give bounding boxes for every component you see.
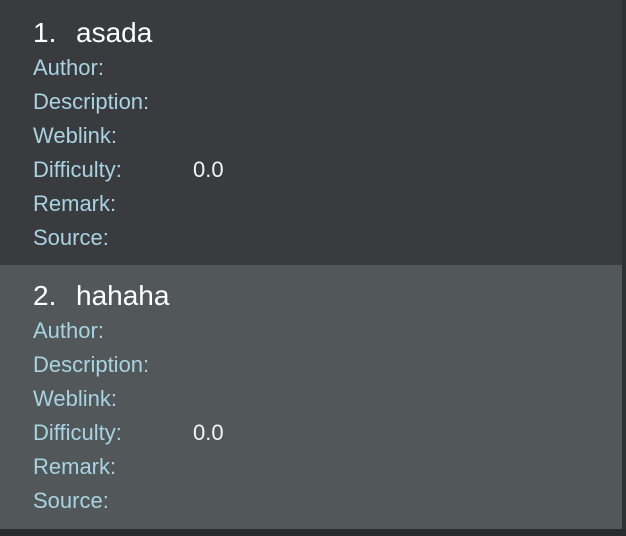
- remark-label: Remark:: [33, 454, 117, 479]
- author-row: Author:: [33, 51, 622, 85]
- bottom-border: [0, 529, 626, 536]
- difficulty-row: Difficulty: 0.0: [33, 416, 622, 450]
- description-row: Description:: [33, 348, 622, 382]
- difficulty-label: Difficulty:: [33, 157, 122, 182]
- author-label: Author:: [33, 318, 104, 343]
- remark-row: Remark:: [33, 187, 622, 221]
- source-row: Source:: [33, 221, 622, 255]
- weblink-row: Weblink:: [33, 119, 622, 153]
- difficulty-label: Difficulty:: [33, 420, 122, 445]
- description-row: Description:: [33, 85, 622, 119]
- source-label: Source:: [33, 488, 109, 513]
- weblink-row: Weblink:: [33, 382, 622, 416]
- author-row: Author:: [33, 314, 622, 348]
- app-frame: 1. asada Author: Description: Weblink: Di…: [0, 0, 626, 536]
- weblink-label: Weblink:: [33, 123, 117, 148]
- description-label: Description:: [33, 89, 150, 114]
- difficulty-value: 0.0: [193, 420, 224, 445]
- source-label: Source:: [33, 225, 109, 250]
- weblink-label: Weblink:: [33, 386, 117, 411]
- difficulty-value: 0.0: [193, 157, 224, 182]
- problem-list[interactable]: 1. asada Author: Description: Weblink: Di…: [0, 0, 622, 536]
- difficulty-row: Difficulty: 0.0: [33, 153, 622, 187]
- remark-row: Remark:: [33, 450, 622, 484]
- author-label: Author:: [33, 55, 104, 80]
- card-title: 1. asada: [33, 15, 622, 51]
- card-title: 2. hahaha: [33, 278, 622, 314]
- remark-label: Remark:: [33, 191, 117, 216]
- item-index: 2.: [33, 280, 57, 311]
- item-index: 1.: [33, 17, 57, 48]
- source-row: Source:: [33, 484, 622, 518]
- item-name: hahaha: [76, 280, 170, 311]
- list-item-selected[interactable]: 2. hahaha Author: Description: Weblink: D…: [0, 265, 622, 529]
- description-label: Description:: [33, 352, 150, 377]
- list-item[interactable]: 1. asada Author: Description: Weblink: Di…: [0, 0, 622, 265]
- item-name: asada: [76, 17, 153, 48]
